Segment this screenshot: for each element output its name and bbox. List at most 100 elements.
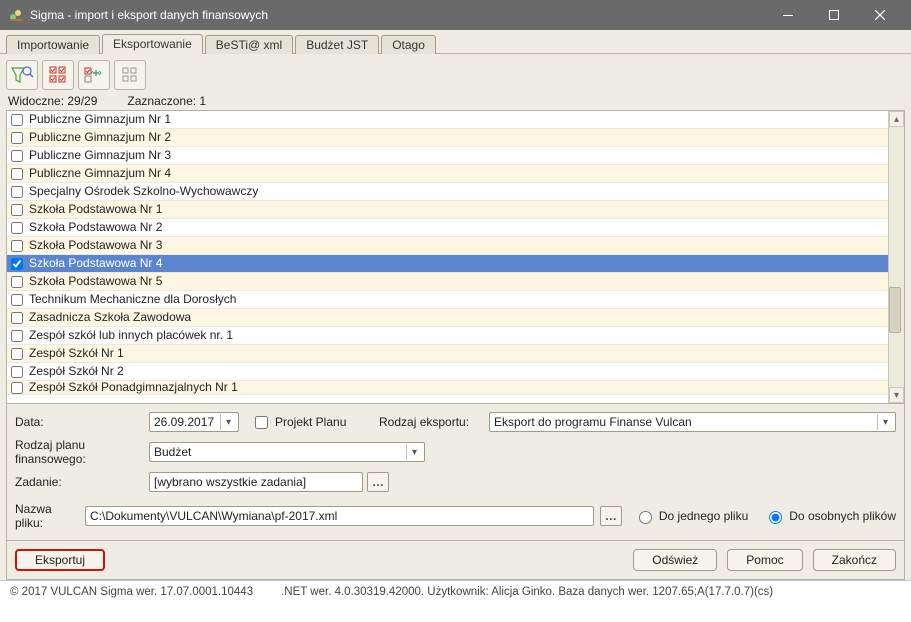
list-item[interactable]: Zespół Szkół Nr 1 xyxy=(7,345,888,363)
list-item[interactable]: Publiczne Gimnazjum Nr 1 xyxy=(7,111,888,129)
task-field[interactable] xyxy=(149,472,363,492)
window-maximize-button[interactable] xyxy=(811,0,857,30)
export-form: Data: 26.09.2017 ▾ Projekt Planu Rodzaj … xyxy=(6,404,905,541)
window-titlebar: Sigma - import i eksport danych finansow… xyxy=(0,0,911,30)
row-label: Szkoła Podstawowa Nr 1 xyxy=(29,201,162,218)
export-kind-combo[interactable]: Eksport do programu Finanse Vulcan ▾ xyxy=(489,412,896,432)
row-checkbox[interactable] xyxy=(11,132,23,144)
row-checkbox[interactable] xyxy=(11,294,23,306)
list-item[interactable]: Publiczne Gimnazjum Nr 2 xyxy=(7,129,888,147)
date-combo[interactable]: 26.09.2017 ▾ xyxy=(149,412,239,432)
export-button[interactable]: Eksportuj xyxy=(15,549,105,571)
scroll-up-icon[interactable]: ▴ xyxy=(889,111,904,127)
row-label: Zespół szkół lub innych placówek nr. 1 xyxy=(29,327,233,344)
list-item[interactable]: Technikum Mechaniczne dla Dorosłych xyxy=(7,291,888,309)
task-label: Zadanie: xyxy=(15,475,149,489)
window-close-button[interactable] xyxy=(857,0,903,30)
row-label: Szkoła Podstawowa Nr 5 xyxy=(29,273,162,290)
row-label: Zasadnicza Szkoła Zawodowa xyxy=(29,309,191,326)
radio-single-file[interactable]: Do jednego pliku xyxy=(634,508,748,524)
row-checkbox[interactable] xyxy=(11,150,23,162)
row-checkbox[interactable] xyxy=(11,186,23,198)
row-checkbox[interactable] xyxy=(11,240,23,252)
plan-kind-value: Budżet xyxy=(154,445,191,459)
row-checkbox[interactable] xyxy=(11,204,23,216)
row-label: Szkoła Podstawowa Nr 4 xyxy=(29,255,162,272)
row-checkbox[interactable] xyxy=(11,258,23,270)
export-kind-label: Rodzaj eksportu: xyxy=(379,415,489,429)
status-right: .NET wer. 4.0.30319.42000. Użytkownik: A… xyxy=(281,586,773,598)
list-item[interactable]: Zasadnicza Szkoła Zawodowa xyxy=(7,309,888,327)
row-checkbox[interactable] xyxy=(11,222,23,234)
row-label: Publiczne Gimnazjum Nr 1 xyxy=(29,111,171,128)
scroll-track[interactable] xyxy=(889,127,904,387)
app-icon xyxy=(8,7,24,23)
row-label: Technikum Mechaniczne dla Dorosłych xyxy=(29,291,236,308)
row-checkbox[interactable] xyxy=(11,276,23,288)
close-button[interactable]: Zakończ xyxy=(813,549,896,571)
toolbar xyxy=(6,58,905,92)
radio-multi-input[interactable] xyxy=(769,511,782,524)
list-item[interactable]: Publiczne Gimnazjum Nr 4 xyxy=(7,165,888,183)
scroll-thumb[interactable] xyxy=(889,287,901,333)
row-checkbox[interactable] xyxy=(11,382,23,394)
scroll-down-icon[interactable]: ▾ xyxy=(889,387,904,403)
list-item[interactable]: Specjalny Ośrodek Szkolno-Wychowawczy xyxy=(7,183,888,201)
list-item[interactable]: Szkoła Podstawowa Nr 5 xyxy=(7,273,888,291)
selected-count: Zaznaczone: 1 xyxy=(127,94,206,108)
row-checkbox[interactable] xyxy=(11,312,23,324)
tab-bestia-xml[interactable]: BeSTi@ xml xyxy=(205,35,293,54)
plan-kind-label: Rodzaj planu finansowego: xyxy=(15,438,149,466)
radio-multi-label: Do osobnych plików xyxy=(789,509,896,523)
row-label: Specjalny Ośrodek Szkolno-Wychowawczy xyxy=(29,183,258,200)
row-label: Publiczne Gimnazjum Nr 4 xyxy=(29,165,171,182)
date-label: Data: xyxy=(15,415,149,429)
visible-count: Widoczne: 29/29 xyxy=(8,94,97,108)
row-checkbox[interactable] xyxy=(11,348,23,360)
select-all-button[interactable] xyxy=(42,60,74,90)
task-browse-button[interactable]: … xyxy=(367,472,389,492)
export-kind-value: Eksport do programu Finanse Vulcan xyxy=(494,415,692,429)
row-label: Szkoła Podstawowa Nr 3 xyxy=(29,237,162,254)
row-label: Zespół Szkół Nr 2 xyxy=(29,363,124,380)
invert-selection-button[interactable] xyxy=(78,60,110,90)
radio-single-input[interactable] xyxy=(639,511,652,524)
unit-list: Publiczne Gimnazjum Nr 1 Publiczne Gimna… xyxy=(6,110,905,404)
action-bar: Eksportuj Odśwież Pomoc Zakończ xyxy=(6,541,905,580)
row-checkbox[interactable] xyxy=(11,330,23,342)
chevron-down-icon: ▾ xyxy=(877,414,893,430)
filter-button[interactable] xyxy=(6,60,38,90)
tab-budzet-jst[interactable]: Budżet JST xyxy=(295,35,379,54)
row-label: Publiczne Gimnazjum Nr 3 xyxy=(29,147,171,164)
window-minimize-button[interactable] xyxy=(765,0,811,30)
file-path-field[interactable] xyxy=(85,506,594,526)
tab-importowanie[interactable]: Importowanie xyxy=(6,35,100,54)
refresh-button[interactable]: Odśwież xyxy=(633,549,717,571)
help-button[interactable]: Pomoc xyxy=(727,549,802,571)
row-checkbox[interactable] xyxy=(11,114,23,126)
radio-multi-file[interactable]: Do osobnych plików xyxy=(764,508,896,524)
row-label: Publiczne Gimnazjum Nr 2 xyxy=(29,129,171,146)
list-item[interactable]: Szkoła Podstawowa Nr 4 xyxy=(7,255,888,273)
list-item[interactable]: Szkoła Podstawowa Nr 3 xyxy=(7,237,888,255)
chevron-down-icon: ▾ xyxy=(406,444,422,460)
plan-kind-combo[interactable]: Budżet ▾ xyxy=(149,442,425,462)
file-browse-button[interactable]: … xyxy=(600,506,622,526)
list-scrollbar[interactable]: ▴ ▾ xyxy=(888,111,904,403)
list-item[interactable]: Publiczne Gimnazjum Nr 3 xyxy=(7,147,888,165)
project-plan-check[interactable] xyxy=(255,416,268,429)
list-item[interactable]: Szkoła Podstawowa Nr 1 xyxy=(7,201,888,219)
date-value: 26.09.2017 xyxy=(154,415,214,429)
project-plan-checkbox[interactable]: Projekt Planu xyxy=(251,413,346,432)
file-name-label: Nazwa pliku: xyxy=(15,502,79,530)
list-item[interactable]: Zespół szkół lub innych placówek nr. 1 xyxy=(7,327,888,345)
list-item[interactable]: Szkoła Podstawowa Nr 2 xyxy=(7,219,888,237)
tab-otago[interactable]: Otago xyxy=(381,35,436,54)
window-title: Sigma - import i eksport danych finansow… xyxy=(30,8,765,22)
list-item[interactable]: Zespół Szkół Ponadgimnazjalnych Nr 1 xyxy=(7,381,888,395)
row-checkbox[interactable] xyxy=(11,366,23,378)
deselect-all-button[interactable] xyxy=(114,60,146,90)
list-item[interactable]: Zespół Szkół Nr 2 xyxy=(7,363,888,381)
row-checkbox[interactable] xyxy=(11,168,23,180)
tab-eksportowanie[interactable]: Eksportowanie xyxy=(102,34,203,54)
